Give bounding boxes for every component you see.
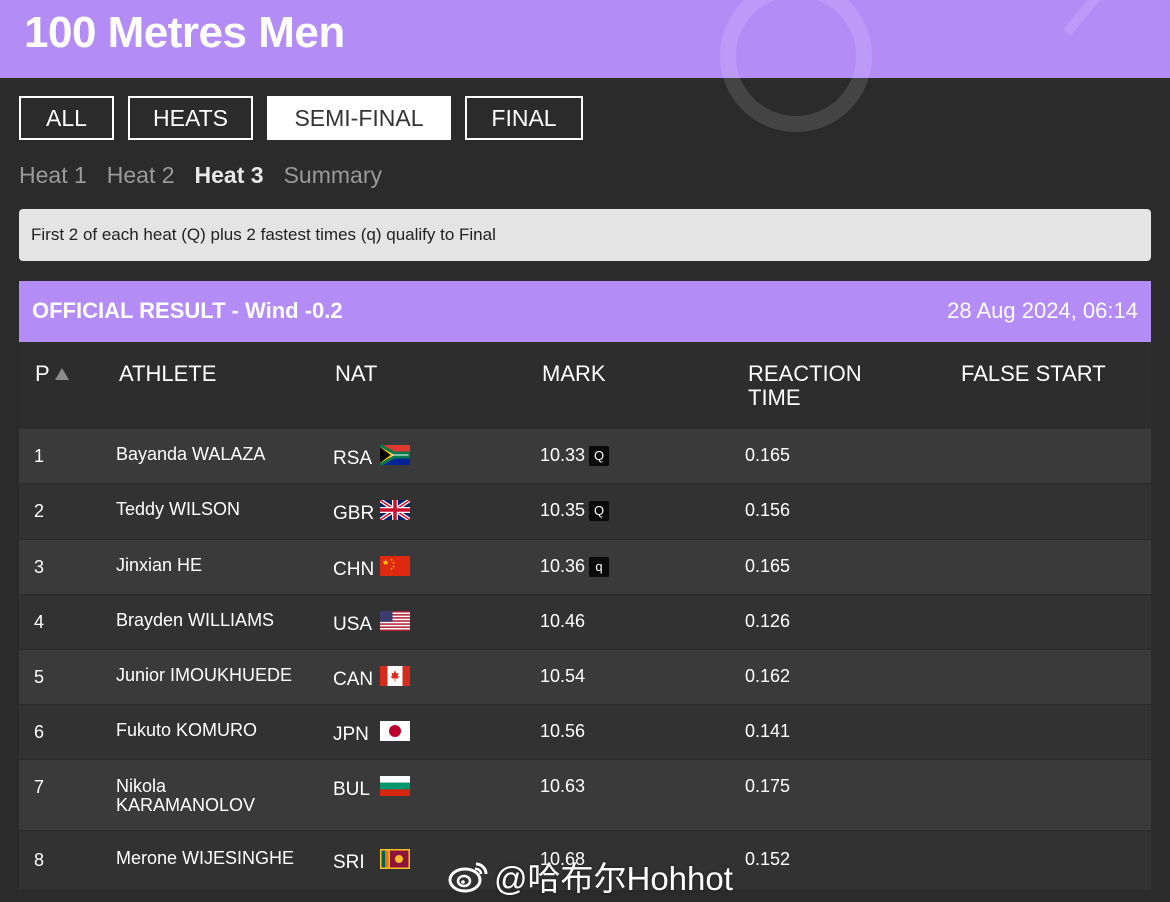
col-reaction-label-1: REACTION <box>748 361 862 386</box>
qualified-badge: q <box>589 557 610 577</box>
result-datetime: 28 Aug 2024, 06:14 <box>947 298 1138 323</box>
mark-cell: 10.36 q <box>540 556 610 577</box>
result-title: OFFICIAL RESULT - Wind -0.2 <box>32 298 343 323</box>
reaction-time: 0.126 <box>745 611 791 631</box>
canada-flag-icon <box>380 666 410 686</box>
banner-decoration <box>720 0 872 132</box>
nat-code: BUL <box>333 779 370 800</box>
table-row[interactable]: 2 Teddy WILSON GBR 10.35 Q 0.156 <box>19 484 1151 540</box>
table-header: P ATHLETE NAT MARK REACTION TIME FALSE S… <box>19 342 1151 429</box>
athlete-name[interactable]: Jinxian HE <box>116 556 316 575</box>
row-position: 3 <box>34 557 45 577</box>
tab-semi-final[interactable]: SEMI-FINAL <box>267 96 451 140</box>
reaction-time: 0.152 <box>745 849 791 869</box>
col-pos-label: P <box>35 361 50 386</box>
mark-value: 10.56 <box>540 721 586 741</box>
japan-flag-icon <box>380 721 410 741</box>
nat-code: RSA <box>333 448 373 469</box>
table-row[interactable]: 3 Jinxian HE CHN ★ ★ ★ ★ ★ 10.36 q 0.165 <box>19 540 1151 595</box>
weibo-logo-icon <box>448 862 488 893</box>
nat-code: GBR <box>333 503 375 524</box>
col-pos-header[interactable]: P <box>35 362 69 386</box>
col-reaction-label-2: TIME <box>748 385 801 410</box>
nat-code: CHN <box>333 559 375 580</box>
heat-tab-2[interactable]: Heat 2 <box>107 162 175 189</box>
row-position: 1 <box>34 446 45 466</box>
athlete-name[interactable]: Junior IMOUKHUEDE <box>116 666 316 685</box>
title-banner: 100 Metres Men <box>0 0 1170 132</box>
china-flag-icon: ★ ★ ★ ★ ★ <box>380 556 410 576</box>
tab-final[interactable]: FINAL <box>465 96 583 140</box>
svg-text:★: ★ <box>390 567 393 571</box>
results-table: 1 Bayanda WALAZA RSA 10.33 Q 0.165 2 Tedd… <box>19 429 1151 891</box>
qualification-notice: First 2 of each heat (Q) plus 2 fastest … <box>19 209 1151 261</box>
svg-text:★: ★ <box>382 558 389 567</box>
col-athlete-header[interactable]: ATHLETE <box>119 362 216 386</box>
usa-flag-icon <box>380 611 410 631</box>
watermark-text: @哈布尔Hohhot <box>494 860 733 897</box>
row-position: 4 <box>34 612 45 632</box>
col-mark-header[interactable]: MARK <box>542 362 606 386</box>
heat-tab-3[interactable]: Heat 3 <box>195 162 264 189</box>
athlete-name[interactable]: Fukuto KOMURO <box>116 721 316 740</box>
athlete-name[interactable]: Teddy WILSON <box>116 500 316 519</box>
row-position: 6 <box>34 722 45 742</box>
athlete-name[interactable]: Brayden WILLIAMS <box>116 611 316 630</box>
nat-code: USA <box>333 614 373 635</box>
athlete-name[interactable]: Bayanda WALAZA <box>116 445 316 464</box>
mark-cell: 10.35 Q <box>540 500 610 521</box>
heat-tabs: Heat 1 Heat 2 Heat 3 Summary <box>19 162 402 189</box>
col-false-start-header[interactable]: FALSE START <box>961 362 1106 386</box>
heat-tab-summary[interactable]: Summary <box>284 162 382 189</box>
col-reaction-header[interactable]: REACTION TIME <box>748 362 862 410</box>
nat-code: SRI <box>333 852 365 873</box>
col-nat-header[interactable]: NAT <box>335 362 377 386</box>
mark-value: 10.54 <box>540 666 586 686</box>
reaction-time: 0.175 <box>745 776 791 796</box>
mark-cell: 10.33 Q <box>540 445 610 466</box>
tab-all[interactable]: ALL <box>19 96 114 140</box>
reaction-time: 0.141 <box>745 721 791 741</box>
mark-value: 10.36 <box>540 556 586 576</box>
athlete-name[interactable]: Merone WIJESINGHE <box>116 849 316 868</box>
nat-code: JPN <box>333 724 369 745</box>
mark-value: 10.33 <box>540 445 586 465</box>
table-row[interactable]: 1 Bayanda WALAZA RSA 10.33 Q 0.165 <box>19 429 1151 484</box>
bulgaria-flag-icon <box>380 776 410 796</box>
south-africa-flag-icon <box>380 445 410 465</box>
mark-value: 10.35 <box>540 500 586 520</box>
qualified-badge: Q <box>589 501 610 521</box>
round-tabs: ALL HEATS SEMI-FINAL FINAL <box>19 96 597 140</box>
row-position: 2 <box>34 501 45 521</box>
reaction-time: 0.165 <box>745 556 791 576</box>
uk-flag-icon <box>380 500 410 520</box>
heat-tab-1[interactable]: Heat 1 <box>19 162 87 189</box>
athlete-name[interactable]: Nikola KARAMANOLOV <box>116 777 276 815</box>
table-row[interactable]: 5 Junior IMOUKHUEDE CAN 10.54 0.162 <box>19 650 1151 705</box>
nat-code: CAN <box>333 669 374 690</box>
reaction-time: 0.156 <box>745 500 791 520</box>
reaction-time: 0.165 <box>745 445 791 465</box>
mark-value: 10.46 <box>540 611 586 631</box>
mark-value: 10.63 <box>540 776 586 796</box>
qualified-badge: Q <box>589 446 610 466</box>
row-position: 5 <box>34 667 45 687</box>
watermark: @哈布尔Hohhot <box>448 852 733 900</box>
row-position: 7 <box>34 777 45 797</box>
banner-decoration <box>1062 0 1168 36</box>
row-position: 8 <box>34 850 45 870</box>
table-row[interactable]: 4 Brayden WILLIAMS USA 10.46 0.126 <box>19 595 1151 650</box>
table-row[interactable]: 7 Nikola KARAMANOLOV BUL 10.63 0.175 <box>19 760 1151 831</box>
table-row[interactable]: 6 Fukuto KOMURO JPN 10.56 0.141 <box>19 705 1151 760</box>
reaction-time: 0.162 <box>745 666 791 686</box>
tab-heats[interactable]: HEATS <box>128 96 253 140</box>
result-header: OFFICIAL RESULT - Wind -0.2 28 Aug 2024,… <box>19 281 1151 342</box>
sort-up-icon <box>54 368 69 380</box>
page-title: 100 Metres Men <box>24 8 345 57</box>
sri-lanka-flag-icon <box>380 849 410 869</box>
